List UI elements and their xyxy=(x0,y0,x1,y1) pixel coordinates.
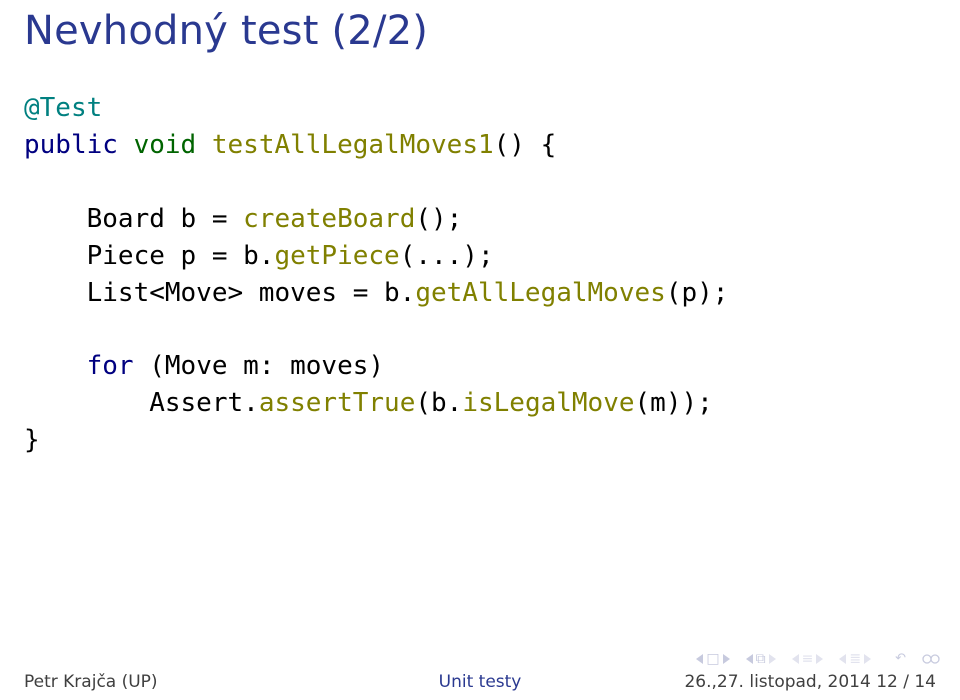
code-text xyxy=(24,351,87,381)
nav-appendix-icon[interactable]: ↶ xyxy=(895,651,906,666)
nav-circnav-icon[interactable] xyxy=(920,652,942,666)
code-block: @Test public void testAllLegalMoves1() {… xyxy=(24,90,728,459)
nav-next-frame-icon[interactable] xyxy=(769,654,776,664)
code-text: (...); xyxy=(400,241,494,271)
nav-prev-slide-icon[interactable] xyxy=(696,654,703,664)
beamer-nav: □ ⧉ ≡ ≣ ↶ xyxy=(696,651,942,666)
slide: Nevhodný test (2/2) @Test public void te… xyxy=(0,0,960,700)
code-text: (p); xyxy=(666,278,729,308)
slide-title: Nevhodný test (2/2) xyxy=(24,8,428,54)
nav-frame-icon: ⧉ xyxy=(756,652,766,666)
nav-slide-icon: □ xyxy=(706,652,719,666)
fn-getPiece: getPiece xyxy=(274,241,399,271)
nav-next-section-icon[interactable] xyxy=(864,654,871,664)
code-text: Board b = xyxy=(24,204,243,234)
footer-page: 26.,27. listopad, 2014 12 / 14 xyxy=(684,672,936,692)
nav-next-subsection-icon[interactable] xyxy=(816,654,823,664)
code-text: (b. xyxy=(415,388,462,418)
nav-slide-group: □ xyxy=(696,652,729,666)
code-text: Assert. xyxy=(24,388,259,418)
nav-prev-section-icon[interactable] xyxy=(839,654,846,664)
nav-section-group: ≣ xyxy=(839,652,871,666)
code-text: () { xyxy=(494,130,557,160)
fn-isLegalMove: isLegalMove xyxy=(462,388,634,418)
footer: Petr Krajča (UP) Unit testy 26.,27. list… xyxy=(0,666,960,692)
nav-prev-frame-icon[interactable] xyxy=(746,654,753,664)
code-text: Piece p = b. xyxy=(24,241,274,271)
nav-subsection-group: ≡ xyxy=(792,652,824,666)
code-text: List<Move> moves = b. xyxy=(24,278,415,308)
kw-void: void xyxy=(134,130,212,160)
code-text: (m)); xyxy=(635,388,713,418)
nav-frame-group: ⧉ xyxy=(746,652,776,666)
nav-subsection-icon: ≡ xyxy=(802,652,814,666)
kw-public: public xyxy=(24,130,134,160)
annotation-test: @Test xyxy=(24,93,102,123)
nav-next-slide-icon[interactable] xyxy=(723,654,730,664)
nav-section-icon: ≣ xyxy=(849,652,861,666)
fn-assertTrue: assertTrue xyxy=(259,388,416,418)
nav-prev-subsection-icon[interactable] xyxy=(792,654,799,664)
fn-testAllLegalMoves1: testAllLegalMoves1 xyxy=(212,130,494,160)
nav-extra: ↶ xyxy=(895,651,942,666)
fn-getAllLegalMoves: getAllLegalMoves xyxy=(415,278,665,308)
fn-createBoard: createBoard xyxy=(243,204,415,234)
code-text: } xyxy=(24,425,40,455)
code-text: (); xyxy=(415,204,462,234)
kw-for: for xyxy=(87,351,150,381)
code-text: (Move m: moves) xyxy=(149,351,384,381)
